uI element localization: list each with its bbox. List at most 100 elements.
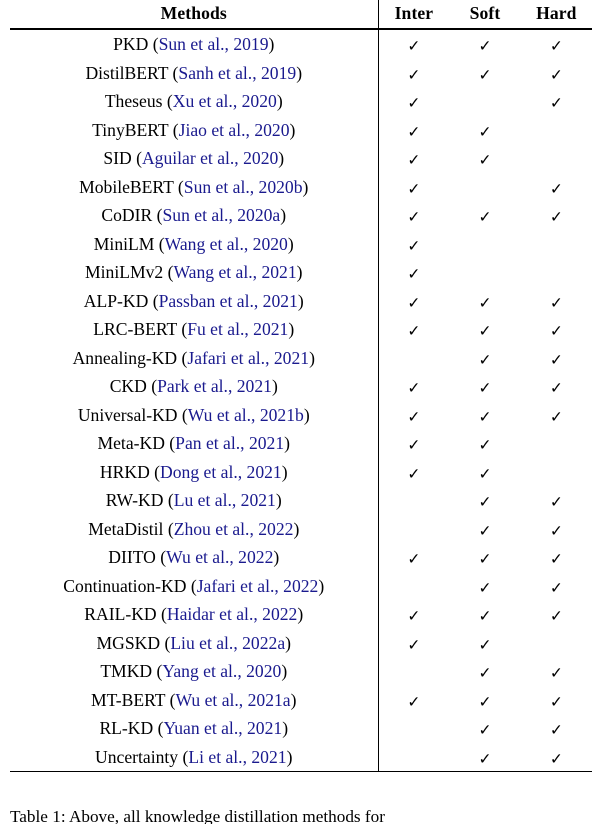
check-icon: ✓ <box>407 464 421 483</box>
method-name: TinyBERT <box>92 119 169 140</box>
check-icon: ✓ <box>407 550 421 568</box>
citation-link[interactable]: Yang et al., 2020 <box>162 661 281 681</box>
citation-link[interactable]: Jiao et al., 2020 <box>179 120 290 140</box>
check-icon: ✓ <box>407 151 421 169</box>
method-cell: RL-KD (Yuan et al., 2021) <box>10 714 378 743</box>
citation-link[interactable]: Wang et al., 2021 <box>173 262 296 282</box>
citation-link[interactable]: Sun et al., 2019 <box>159 34 269 54</box>
citation-link[interactable]: Fu et al., 2021 <box>187 319 288 339</box>
table-row: CKD (Park et al., 2021) ✓ ✓ ✓ <box>10 372 592 401</box>
cell-soft: ✓ <box>449 629 520 658</box>
citation-close-paren: ) <box>288 319 295 339</box>
table-row: Universal-KD (Wu et al., 2021b) ✓ ✓ ✓ <box>10 400 592 430</box>
table-row: Uncertainty (Li et al., 2021) ✓ ✓ <box>10 742 592 772</box>
cell-hard <box>521 144 592 173</box>
table-body: PKD (Sun et al., 2019) ✓ ✓ ✓ DistilBERT (San… <box>10 30 592 772</box>
citation-close-paren: ) <box>303 404 310 425</box>
check-icon: ✓ <box>478 65 492 84</box>
check-icon: ✓ <box>407 379 421 397</box>
table-row: MobileBERT (Sun et al., 2020b) ✓ ✓ <box>10 172 592 202</box>
table-row: RW-KD (Lu et al., 2021) ✓ ✓ <box>10 486 592 515</box>
citation-link[interactable]: Liu et al., 2022a <box>170 633 285 653</box>
cell-soft: ✓ <box>449 657 520 686</box>
citation-link[interactable]: Pan et al., 2021 <box>175 433 284 453</box>
table-row: LRC-BERT (Fu et al., 2021) ✓ ✓ ✓ <box>10 315 592 344</box>
check-icon: ✓ <box>549 94 563 112</box>
cell-hard: ✓ <box>521 30 592 59</box>
check-icon: ✓ <box>478 407 492 426</box>
citation-link[interactable]: Yuan et al., 2021 <box>163 718 282 738</box>
citation-link[interactable]: Sun et al., 2020a <box>162 205 280 225</box>
check-icon: ✓ <box>407 635 421 654</box>
cell-soft <box>449 87 520 116</box>
cell-soft: ✓ <box>449 572 520 601</box>
method-cell: Theseus (Xu et al., 2020) <box>10 87 378 116</box>
citation-link[interactable]: Aguilar et al., 2020 <box>142 148 278 168</box>
citation-link[interactable]: Passban et al., 2021 <box>159 291 298 311</box>
citation-link[interactable]: Sanh et al., 2019 <box>178 63 296 83</box>
citation-open-paren: ( <box>163 518 174 539</box>
citation-link[interactable]: Lu et al., 2021 <box>174 490 276 510</box>
cell-inter: ✓ <box>377 400 450 429</box>
cell-hard: ✓ <box>521 714 592 743</box>
citation-open-paren: ( <box>186 575 197 596</box>
citation-link[interactable]: Wu et al., 2021a <box>176 690 291 710</box>
citation-close-paren: ) <box>284 433 290 453</box>
citation-open-paren: ( <box>165 689 176 710</box>
citation-link[interactable]: Park et al., 2021 <box>157 376 272 396</box>
citation-open-paren: ( <box>153 718 164 738</box>
table-row: PKD (Sun et al., 2019) ✓ ✓ ✓ <box>10 30 592 59</box>
method-name: CKD <box>109 376 147 396</box>
cell-soft: ✓ <box>449 714 520 743</box>
citation-open-paren: ( <box>177 347 188 368</box>
check-icon: ✓ <box>407 65 421 84</box>
method-cell: Universal-KD (Wu et al., 2021b) <box>10 401 378 430</box>
method-name: LRC-BERT <box>93 319 177 339</box>
kd-methods-table: Methods Inter Soft Hard PKD (Sun et al.,… <box>10 0 592 772</box>
cell-hard: ✓ <box>521 543 592 572</box>
table-row: MiniLMv2 (Wang et al., 2021) ✓ <box>10 258 592 287</box>
citation-close-paren: ) <box>268 34 275 54</box>
cell-inter <box>377 514 450 543</box>
method-name: Meta-KD <box>97 433 165 453</box>
table-row: SID (Aguilar et al., 2020) ✓ ✓ <box>10 144 592 173</box>
cell-inter: ✓ <box>377 372 450 401</box>
cell-hard: ✓ <box>521 600 592 629</box>
check-icon: ✓ <box>478 664 492 682</box>
method-cell: MobileBERT (Sun et al., 2020b) <box>10 173 378 202</box>
cell-hard: ✓ <box>521 657 592 686</box>
citation-link[interactable]: Xu et al., 2020 <box>173 91 277 111</box>
table-row: ALP-KD (Passban et al., 2021) ✓ ✓ ✓ <box>10 286 592 316</box>
citation-open-paren: ( <box>155 547 167 567</box>
citation-open-paren: ( <box>131 148 142 168</box>
check-icon: ✓ <box>549 350 563 369</box>
cell-hard: ✓ <box>521 173 592 202</box>
citation-open-paren: ( <box>163 490 174 510</box>
citation-link[interactable]: Wu et al., 2021b <box>188 405 304 425</box>
check-icon: ✓ <box>549 493 563 511</box>
citation-link[interactable]: Haidar et al., 2022 <box>167 604 297 624</box>
citation-link[interactable]: Li et al., 2021 <box>188 747 286 767</box>
method-cell: SID (Aguilar et al., 2020) <box>10 144 378 173</box>
table-row: MGSKD (Liu et al., 2022a) ✓ ✓ <box>10 628 592 658</box>
check-icon: ✓ <box>478 379 492 397</box>
citation-link[interactable]: Zhou et al., 2022 <box>174 519 294 539</box>
method-cell: MiniLM (Wang et al., 2020) <box>10 230 378 259</box>
method-name: PKD <box>113 34 149 54</box>
citation-link[interactable]: Wang et al., 2020 <box>165 234 288 254</box>
citation-link[interactable]: Sun et al., 2020b <box>184 177 303 197</box>
method-name: RAIL-KD <box>84 604 157 624</box>
method-cell: ALP-KD (Passban et al., 2021) <box>10 287 378 316</box>
cell-inter: ✓ <box>377 87 450 116</box>
citation-link[interactable]: Jafari et al., 2022 <box>197 576 319 596</box>
citation-link[interactable]: Jafari et al., 2021 <box>187 348 309 368</box>
check-icon: ✓ <box>407 293 421 312</box>
method-cell: Continuation-KD (Jafari et al., 2022) <box>10 572 378 601</box>
check-icon: ✓ <box>478 550 492 568</box>
table-row: Theseus (Xu et al., 2020) ✓ ✓ <box>10 87 592 116</box>
citation-link[interactable]: Wu et al., 2022 <box>166 547 273 567</box>
cell-soft: ✓ <box>449 144 520 173</box>
method-cell: HRKD (Dong et al., 2021) <box>10 458 378 487</box>
citation-link[interactable]: Dong et al., 2021 <box>160 462 282 482</box>
check-icon: ✓ <box>549 578 563 597</box>
